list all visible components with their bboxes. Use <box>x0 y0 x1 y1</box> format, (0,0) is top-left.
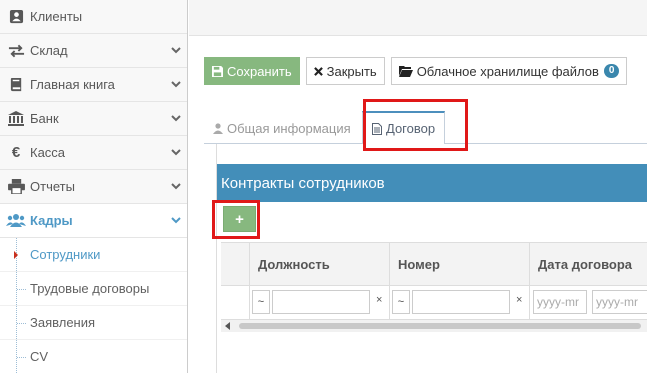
folder-open-icon <box>398 65 413 77</box>
sidebar-item-warehouse[interactable]: Склад <box>0 34 187 68</box>
save-button[interactable]: Сохранить <box>204 57 300 85</box>
filter-cell-empty <box>221 286 250 320</box>
chevron-down-icon <box>165 217 187 224</box>
contracts-grid: Должность Номер Дата договора ~ × ~ × yy… <box>221 242 647 334</box>
chevron-down-icon <box>165 115 187 122</box>
printer-icon <box>5 178 27 196</box>
document-icon <box>372 122 382 135</box>
scroll-left-icon[interactable] <box>225 322 230 330</box>
close-button[interactable]: Закрыть <box>305 57 385 85</box>
sidebar-item-label: Главная книга <box>30 77 115 92</box>
add-contract-button[interactable]: + <box>223 206 256 232</box>
tab-general-info[interactable]: Общая информация <box>204 111 360 145</box>
user-icon <box>213 122 223 134</box>
tab-contract[interactable]: Договор <box>362 111 446 145</box>
close-button-label: Закрыть <box>326 63 377 79</box>
date-from-input[interactable]: yyyy-mr <box>533 290 587 314</box>
close-icon <box>313 66 323 76</box>
clear-filter-icon[interactable]: × <box>516 294 522 306</box>
sidebar-item-bank[interactable]: Банк <box>0 102 187 136</box>
book-icon <box>5 76 27 94</box>
column-header-number[interactable]: Номер <box>390 243 530 286</box>
contracts-panel: Контракты сотрудников + Должность Номер … <box>216 144 647 373</box>
cloud-storage-label: Облачное хранилище файлов <box>416 63 599 79</box>
sidebar-item-ledger[interactable]: Главная книга <box>0 68 187 102</box>
sidebar-item-clients[interactable]: Клиенты <box>0 0 187 34</box>
filter-operator[interactable]: ~ <box>392 290 410 314</box>
sidebar-item-label: Касса <box>30 145 66 160</box>
sidebar: Клиенты Склад Главная книга Банк € Касса… <box>0 0 188 373</box>
sidebar-subitem-cv[interactable]: CV <box>0 340 187 373</box>
user-card-icon <box>5 8 27 26</box>
filter-cell-position: ~ × <box>250 286 390 320</box>
main-content: Сохранить Закрыть Облачное хранилище фай… <box>189 0 647 373</box>
sidebar-item-label: Склад <box>30 43 68 58</box>
filter-input-number[interactable] <box>412 290 510 314</box>
sidebar-subitem-label: Сотрудники <box>30 247 101 262</box>
filter-row: ~ × ~ × yyyy-mr yyyy-mr <box>221 286 647 320</box>
sidebar-subitem-label: Заявления <box>30 315 96 330</box>
save-button-label: Сохранить <box>227 63 292 79</box>
sidebar-item-cash[interactable]: € Касса <box>0 136 187 170</box>
clear-filter-icon[interactable]: × <box>376 294 382 306</box>
sidebar-item-label: Банк <box>30 111 59 126</box>
euro-icon: € <box>11 144 21 161</box>
filter-input-position[interactable] <box>272 290 370 314</box>
sidebar-item-label: Клиенты <box>30 9 83 24</box>
filter-cell-contract-date: yyyy-mr yyyy-mr <box>530 286 647 320</box>
filter-cell-number: ~ × <box>390 286 530 320</box>
sidebar-subitem-label: Трудовые договоры <box>30 281 150 296</box>
users-icon <box>5 212 27 230</box>
horizontal-scrollbar[interactable] <box>221 320 647 332</box>
sidebar-item-reports[interactable]: Отчеты <box>0 170 187 204</box>
arrows-exchange-icon <box>5 42 27 60</box>
toolbar: Сохранить Закрыть Облачное хранилище фай… <box>204 57 628 85</box>
sidebar-item-label: Кадры <box>30 213 73 228</box>
column-header-position[interactable]: Должность <box>250 243 390 286</box>
file-count-badge: 0 <box>603 64 620 78</box>
tab-bar: Общая информация Договор <box>204 107 647 145</box>
cloud-storage-button[interactable]: Облачное хранилище файлов 0 <box>390 57 628 85</box>
sidebar-item-hr[interactable]: Кадры <box>0 204 187 238</box>
sidebar-subitem-applications[interactable]: Заявления <box>0 306 187 340</box>
top-bar <box>189 0 647 36</box>
chevron-down-icon <box>165 81 187 88</box>
floppy-disk-icon <box>212 65 223 77</box>
chevron-down-icon <box>165 183 187 190</box>
row-number-header <box>221 243 250 286</box>
tab-label: Договор <box>386 121 436 136</box>
sidebar-item-label: Отчеты <box>30 179 75 194</box>
chevron-down-icon <box>165 149 187 156</box>
sidebar-subitem-label: CV <box>30 349 49 364</box>
bank-icon <box>5 110 27 128</box>
filter-operator[interactable]: ~ <box>252 290 270 314</box>
sidebar-subitem-labor-contracts[interactable]: Трудовые договоры <box>0 272 187 306</box>
caret-right-icon <box>14 251 18 259</box>
scrollbar-thumb[interactable] <box>239 323 641 329</box>
date-to-input[interactable]: yyyy-mr <box>592 290 647 314</box>
column-header-contract-date[interactable]: Дата договора <box>530 243 647 286</box>
sidebar-subitem-employees[interactable]: Сотрудники <box>0 238 187 272</box>
panel-title: Контракты сотрудников <box>217 164 647 202</box>
chevron-down-icon <box>165 47 187 54</box>
tab-label: Общая информация <box>227 120 351 136</box>
